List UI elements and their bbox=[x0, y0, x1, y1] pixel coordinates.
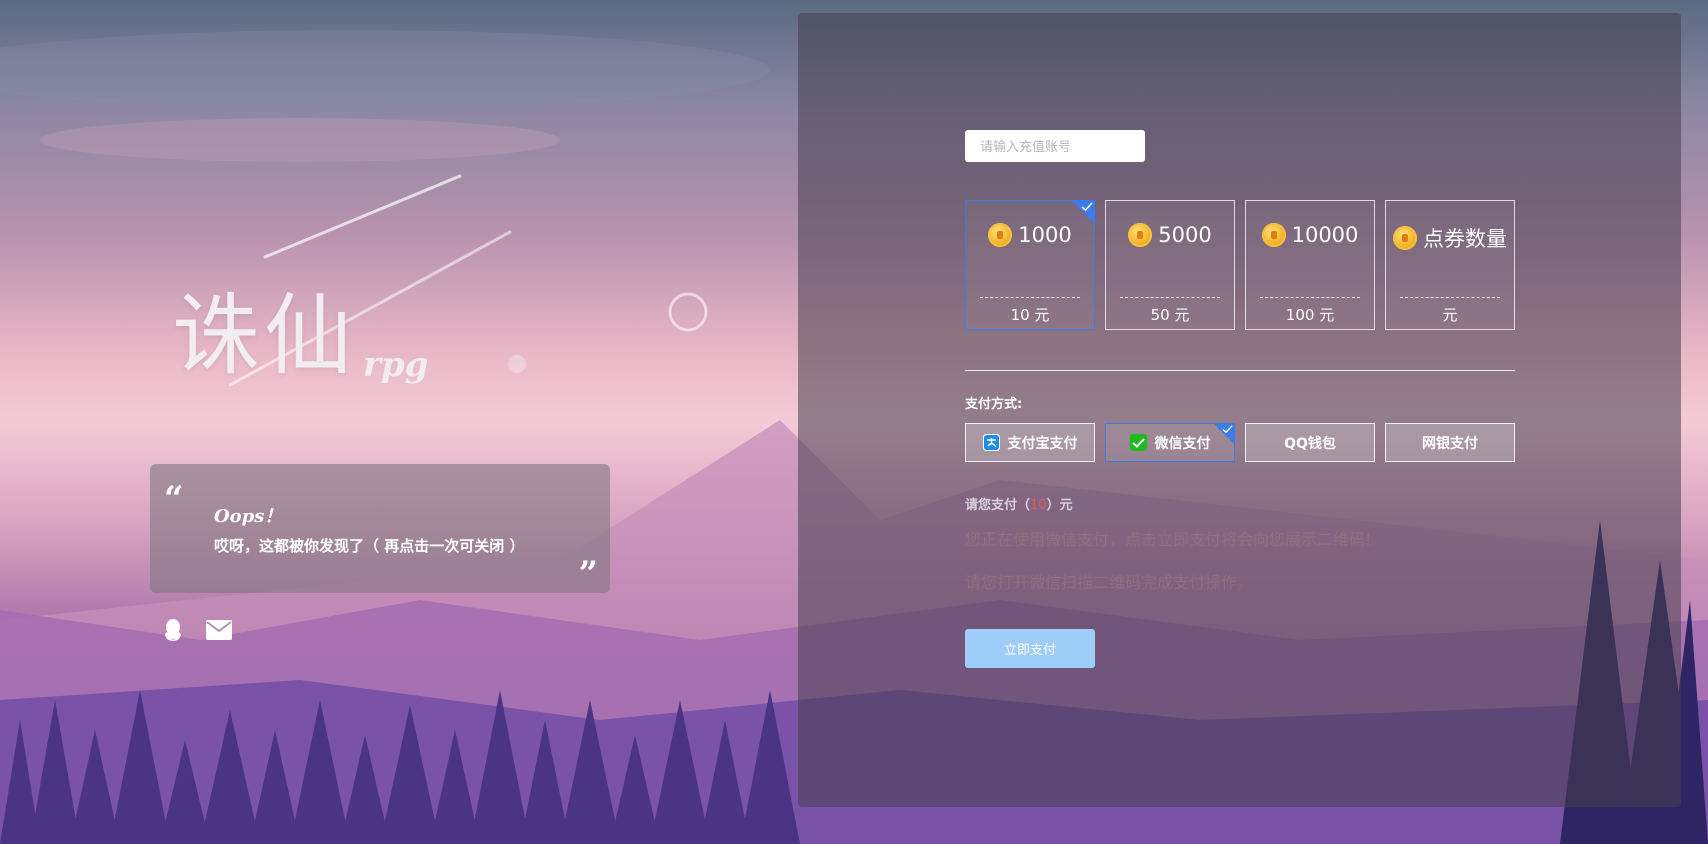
amount-divider bbox=[1120, 297, 1220, 298]
coin-icon bbox=[988, 223, 1013, 247]
pay-method-qq-wallet[interactable]: QQ钱包 bbox=[1245, 423, 1375, 462]
social-links bbox=[162, 618, 232, 642]
amount-due-value: 10 bbox=[1030, 498, 1047, 513]
amount-price: 50 元 bbox=[1150, 306, 1190, 324]
payment-methods: 支付宝支付 微信支付 QQ钱包 网银支付 bbox=[965, 423, 1515, 462]
coin-icon bbox=[1393, 226, 1417, 250]
pay-method-label: QQ钱包 bbox=[1284, 435, 1336, 452]
amount-price: 元 bbox=[1442, 306, 1458, 324]
pay-now-button[interactable]: 立即支付 bbox=[965, 629, 1095, 668]
wechat-icon bbox=[1129, 434, 1147, 451]
amount-due: 请您支付（10）元 bbox=[965, 494, 1073, 513]
game-title: 诛仙 bbox=[172, 284, 357, 387]
payment-hint-1: 您正在使用微信支付，点击立即支付将会向您展示二维码! bbox=[965, 530, 1372, 549]
amount-divider bbox=[980, 297, 1080, 298]
quote-card[interactable]: “ Oops！ 哎呀，这都被你发现了（ 再点击一次可关闭 ） ” bbox=[150, 464, 610, 593]
amount-due-suffix: ）元 bbox=[1046, 498, 1073, 513]
amount-option-10000[interactable]: 10000 100 元 bbox=[1245, 200, 1375, 330]
amount-divider bbox=[1260, 297, 1360, 298]
pay-method-label: 支付宝支付 bbox=[1007, 435, 1078, 452]
pay-method-wechat[interactable]: 微信支付 bbox=[1105, 423, 1235, 462]
mail-icon[interactable] bbox=[206, 620, 232, 640]
close-quote-icon: ” bbox=[578, 554, 598, 594]
amount-value[interactable]: 点券数量 bbox=[1423, 223, 1507, 253]
amount-divider bbox=[1400, 297, 1500, 298]
coin-icon bbox=[1261, 223, 1286, 247]
account-input[interactable] bbox=[965, 130, 1145, 162]
coin-icon bbox=[1128, 223, 1153, 247]
quote-body: 哎呀，这都被你发现了（ 再点击一次可关闭 ） bbox=[214, 537, 525, 555]
pay-method-label: 网银支付 bbox=[1422, 435, 1478, 452]
pay-method-alipay[interactable]: 支付宝支付 bbox=[965, 423, 1095, 462]
amount-value: 5000 bbox=[1158, 223, 1212, 247]
amount-option-5000[interactable]: 5000 50 元 bbox=[1105, 200, 1235, 330]
amount-value: 10000 bbox=[1291, 223, 1359, 247]
game-subtitle: rpg bbox=[363, 345, 429, 385]
alipay-icon bbox=[982, 434, 1000, 451]
amount-due-prefix: 请您支付（ bbox=[965, 498, 1031, 513]
open-quote-icon: “ bbox=[164, 479, 184, 519]
selected-check-icon bbox=[1213, 423, 1235, 445]
section-divider bbox=[965, 370, 1515, 371]
selected-check-icon bbox=[1071, 200, 1095, 224]
amount-price: 10 元 bbox=[1010, 306, 1050, 324]
amount-options: 1000 10 元 5000 50 元 10000 100 元 点券数量 元 bbox=[965, 200, 1515, 330]
amount-value: 1000 bbox=[1018, 223, 1072, 247]
pay-method-label: 微信支付 bbox=[1154, 435, 1211, 452]
pay-method-bank[interactable]: 网银支付 bbox=[1385, 423, 1515, 462]
qq-icon[interactable] bbox=[162, 618, 184, 642]
recharge-panel bbox=[798, 13, 1681, 807]
payment-method-label: 支付方式: bbox=[965, 397, 1023, 412]
amount-price: 100 元 bbox=[1285, 306, 1335, 324]
quote-title: Oops！ bbox=[214, 506, 283, 527]
payment-hint-2: 请您打开微信扫描二维码完成支付操作。 bbox=[965, 573, 1254, 592]
amount-option-1000[interactable]: 1000 10 元 bbox=[965, 200, 1095, 330]
amount-option-custom[interactable]: 点券数量 元 bbox=[1385, 200, 1515, 330]
